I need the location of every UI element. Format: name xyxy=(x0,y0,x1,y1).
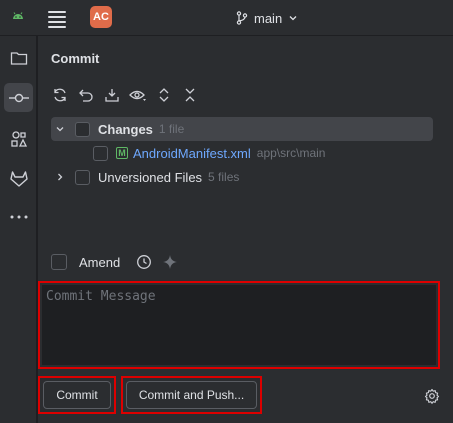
hamburger-menu-icon[interactable] xyxy=(47,8,67,28)
commit-icon xyxy=(8,93,29,102)
sparkle-icon[interactable] xyxy=(162,254,178,270)
structure-icon xyxy=(10,130,27,147)
chevron-down-icon xyxy=(289,16,297,21)
folder-icon xyxy=(10,51,27,65)
commit-tool-button[interactable] xyxy=(4,83,33,112)
commit-push-button-highlight: Commit and Push... xyxy=(121,376,262,414)
title-bar: AC main xyxy=(0,0,453,36)
gitlab-icon xyxy=(9,170,28,187)
collapse-all-icon xyxy=(185,88,195,102)
more-tools-button[interactable] xyxy=(4,202,33,231)
amend-label: Amend xyxy=(79,254,121,270)
branch-icon xyxy=(236,11,248,25)
unversioned-count: 5 files xyxy=(208,170,240,184)
project-avatar[interactable]: AC xyxy=(90,6,112,28)
collapse-all-button[interactable] xyxy=(181,86,199,104)
rollback-icon xyxy=(79,89,93,102)
panel-title: Commit xyxy=(51,51,100,66)
clock-icon[interactable] xyxy=(136,254,152,270)
changes-count: 1 file xyxy=(158,122,185,136)
more-icon xyxy=(10,215,27,218)
gear-icon[interactable] xyxy=(424,388,440,404)
commit-message-highlight xyxy=(38,281,440,369)
amend-checkbox[interactable] xyxy=(51,254,67,270)
expand-all-icon xyxy=(159,88,169,102)
unversioned-label: Unversioned Files xyxy=(98,169,203,185)
commit-and-push-button[interactable]: Commit and Push... xyxy=(126,381,257,409)
changes-group-row[interactable]: Changes 1 file xyxy=(51,117,433,141)
commit-message-input[interactable] xyxy=(42,285,436,365)
changes-checkbox[interactable] xyxy=(75,121,90,137)
changes-label: Changes xyxy=(98,121,153,137)
file-path: app\src\main xyxy=(256,146,326,160)
amend-row: Amend xyxy=(51,254,178,270)
android-icon xyxy=(13,12,23,19)
expand-all-button[interactable] xyxy=(155,86,173,104)
preview-diff-icon xyxy=(129,90,146,101)
rollback-button[interactable] xyxy=(77,86,95,104)
changes-tree: Changes 1 file M AndroidManifest.xml app… xyxy=(51,117,433,189)
chevron-right-icon[interactable] xyxy=(53,170,67,184)
project-tool-button[interactable] xyxy=(4,43,33,72)
preview-diff-button[interactable] xyxy=(129,86,147,104)
tool-window-strip xyxy=(0,36,37,423)
branch-label: main xyxy=(254,10,283,26)
chevron-down-icon[interactable] xyxy=(53,122,67,136)
file-name[interactable]: AndroidManifest.xml xyxy=(133,146,251,161)
structure-tool-button[interactable] xyxy=(4,124,33,153)
file-row[interactable]: M AndroidManifest.xml app\src\main xyxy=(51,141,433,165)
branch-selector[interactable]: main xyxy=(236,8,298,28)
shelve-button[interactable] xyxy=(103,86,121,104)
gitlab-tool-button[interactable] xyxy=(4,164,33,193)
file-checkbox[interactable] xyxy=(93,145,108,161)
shelve-icon xyxy=(105,89,119,102)
commit-toolbar xyxy=(51,86,199,104)
commit-panel: Commit Changes 1 file M AndroidManifest.… xyxy=(38,36,453,423)
refresh-button[interactable] xyxy=(51,86,69,104)
unversioned-checkbox[interactable] xyxy=(75,169,90,185)
unversioned-group-row[interactable]: Unversioned Files 5 files xyxy=(51,165,433,189)
refresh-icon xyxy=(54,88,66,102)
xml-file-icon: M xyxy=(116,147,128,159)
commit-button-highlight: Commit xyxy=(38,376,116,414)
commit-button[interactable]: Commit xyxy=(43,381,111,409)
